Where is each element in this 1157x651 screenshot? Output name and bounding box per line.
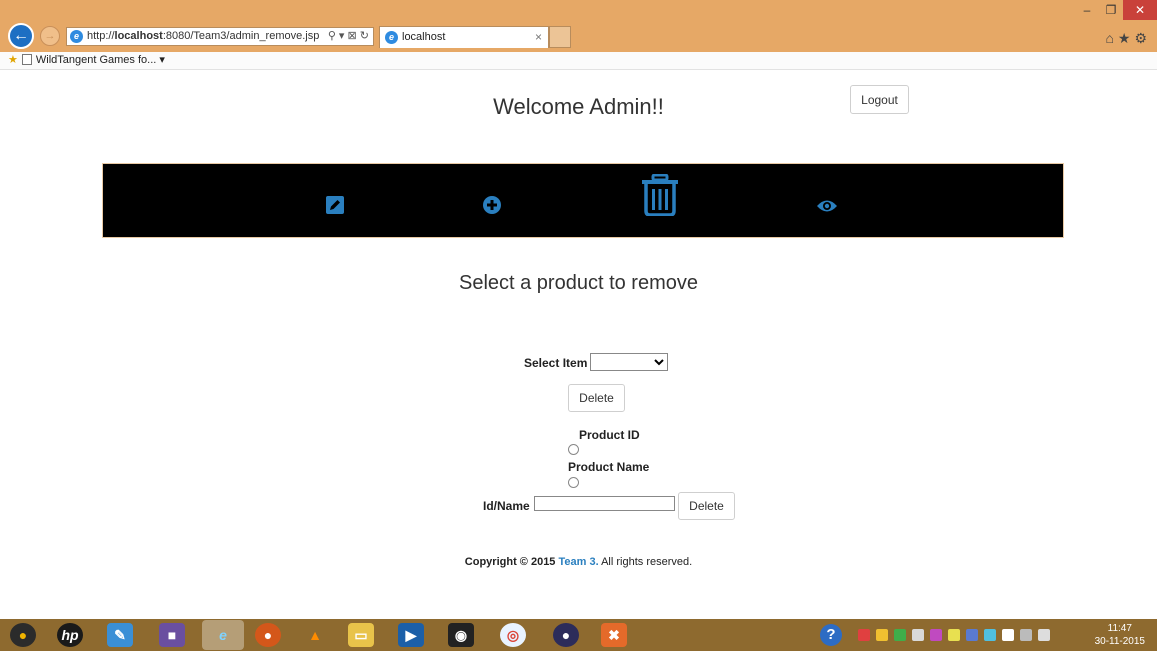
section-title: Select a product to remove (458, 272, 698, 294)
clock-time: 11:47 (1107, 623, 1132, 634)
logout-button[interactable]: Logout (850, 85, 909, 114)
tab-localhost[interactable]: e localhost × (379, 26, 549, 48)
id-name-input[interactable] (534, 496, 675, 511)
firefox-icon[interactable]: ● (255, 623, 281, 647)
copyright-suffix: All rights reserved. (598, 556, 693, 568)
xampp-icon[interactable]: ✖ (601, 623, 627, 647)
taskbar-clock[interactable]: 11:47 30-11-2015 (1095, 622, 1145, 648)
close-window-button[interactable]: ✕ (1123, 0, 1157, 20)
ie-tab-icon: e (385, 31, 398, 44)
tray-app-icon[interactable] (1002, 629, 1014, 641)
taskbar: ● hp ✎ ■ e ● ▲ ▭ ▶ ◉ ◎ ● ✖ ? 11:47 30-11… (0, 619, 1157, 651)
browser-titlebar: ← → e http://localhost:8080/Team3/admin_… (0, 0, 1157, 52)
tray-app-icon[interactable] (930, 629, 942, 641)
product-id-radio[interactable] (568, 444, 579, 455)
tray-app-icon[interactable] (894, 629, 906, 641)
product-id-label: Product ID (579, 428, 640, 442)
copyright-footer: Copyright © 2015 Team 3. All rights rese… (0, 556, 1157, 568)
team-link[interactable]: Team 3. (558, 556, 598, 568)
volume-icon[interactable] (1038, 629, 1050, 641)
video-player-icon[interactable]: ▶ (398, 623, 424, 647)
copyright-prefix: Copyright © 2015 (464, 556, 559, 568)
help-icon[interactable]: ? (820, 624, 842, 646)
eye-icon[interactable] (816, 199, 838, 213)
tray-app-icon[interactable] (858, 629, 870, 641)
add-circle-icon[interactable] (483, 196, 501, 214)
minimize-button[interactable]: – (1075, 0, 1099, 20)
vlc-icon[interactable]: ▲ (302, 623, 328, 647)
tab-close-icon[interactable]: × (535, 27, 542, 47)
favorites-item[interactable]: WildTangent Games fo... (36, 54, 156, 66)
id-name-label: Id/Name (483, 499, 530, 513)
chevron-down-icon[interactable]: ▾ (159, 54, 165, 66)
forward-button[interactable]: → (40, 26, 60, 46)
new-tab-button[interactable] (549, 26, 571, 48)
tool-app-icon[interactable]: ✎ (107, 623, 133, 647)
tray-app-icon[interactable] (948, 629, 960, 641)
system-tray (858, 619, 1050, 651)
tray-app-icon[interactable] (912, 629, 924, 641)
window-controls: – ❐ ✕ (1075, 0, 1157, 20)
page-icon (21, 54, 32, 65)
trash-icon[interactable] (641, 174, 679, 216)
url-rest: :8080/Team3/admin_remove.jsp (162, 30, 320, 42)
ie-page-icon: e (70, 30, 83, 43)
eclipse-icon[interactable]: ● (553, 623, 579, 647)
file-explorer-icon[interactable]: ▭ (348, 623, 374, 647)
tray-app-icon[interactable] (984, 629, 996, 641)
tray-app-icon[interactable] (876, 629, 888, 641)
delete-by-id-button[interactable]: Delete (678, 492, 735, 520)
clock-date: 30-11-2015 (1094, 636, 1145, 647)
chrome-icon[interactable]: ◎ (500, 623, 526, 647)
edit-icon[interactable] (326, 196, 344, 214)
url-prefix: http:// (87, 30, 115, 42)
favorites-bar: ★ WildTangent Games fo... ▾ (0, 52, 1157, 70)
screen-recorder-icon[interactable]: ◉ (448, 623, 474, 647)
url-host: localhost (114, 30, 163, 42)
address-tools-icons[interactable]: ⚲ ▾ ⊠ ↻ (328, 28, 369, 45)
product-name-radio[interactable] (568, 477, 579, 488)
network-icon[interactable] (1020, 629, 1032, 641)
admin-nav-bar (102, 163, 1064, 238)
internet-explorer-icon[interactable]: e (202, 620, 244, 650)
select-item-dropdown[interactable] (590, 353, 668, 371)
tab-title: localhost (402, 31, 446, 43)
select-item-label: Select Item (524, 356, 588, 370)
favorites-star-icon[interactable]: ★ (8, 54, 18, 66)
back-button[interactable]: ← (8, 23, 34, 49)
product-name-label: Product Name (568, 460, 650, 474)
tray-app-icon[interactable] (966, 629, 978, 641)
home-favorites-tools-icons[interactable]: ⌂★⚙ (1105, 30, 1151, 47)
delete-selected-button[interactable]: Delete (568, 384, 625, 412)
page-title: Welcome Admin!! (493, 94, 664, 119)
media-player-icon[interactable]: ● (10, 623, 36, 647)
address-bar[interactable]: e http://localhost:8080/Team3/admin_remo… (66, 27, 374, 46)
restore-button[interactable]: ❐ (1099, 0, 1123, 20)
hp-icon[interactable]: hp (57, 623, 83, 647)
paint-app-icon[interactable]: ■ (159, 623, 185, 647)
